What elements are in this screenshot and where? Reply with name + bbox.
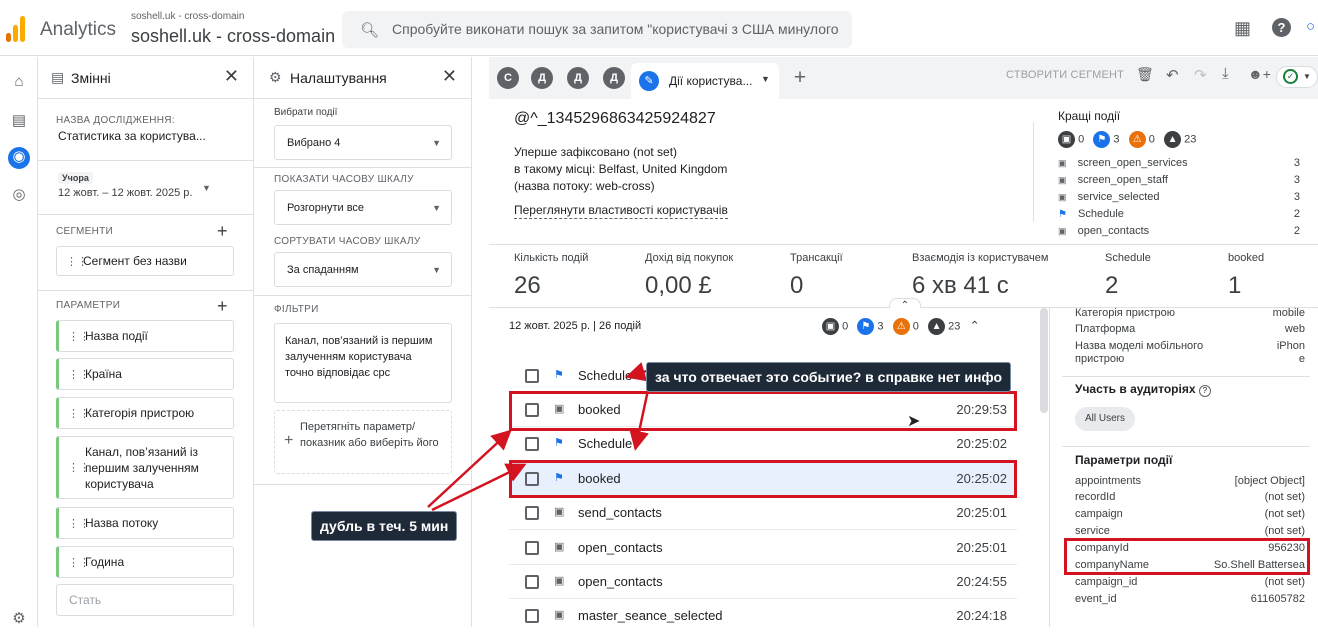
annotation-callout: дубль в теч. 5 мин [311,511,458,541]
mouse-cursor-icon: ➤ [907,413,921,430]
annotation-arrows [427,362,661,512]
annotation-callout: за что отвечает это событие? в справке н… [646,362,1012,392]
